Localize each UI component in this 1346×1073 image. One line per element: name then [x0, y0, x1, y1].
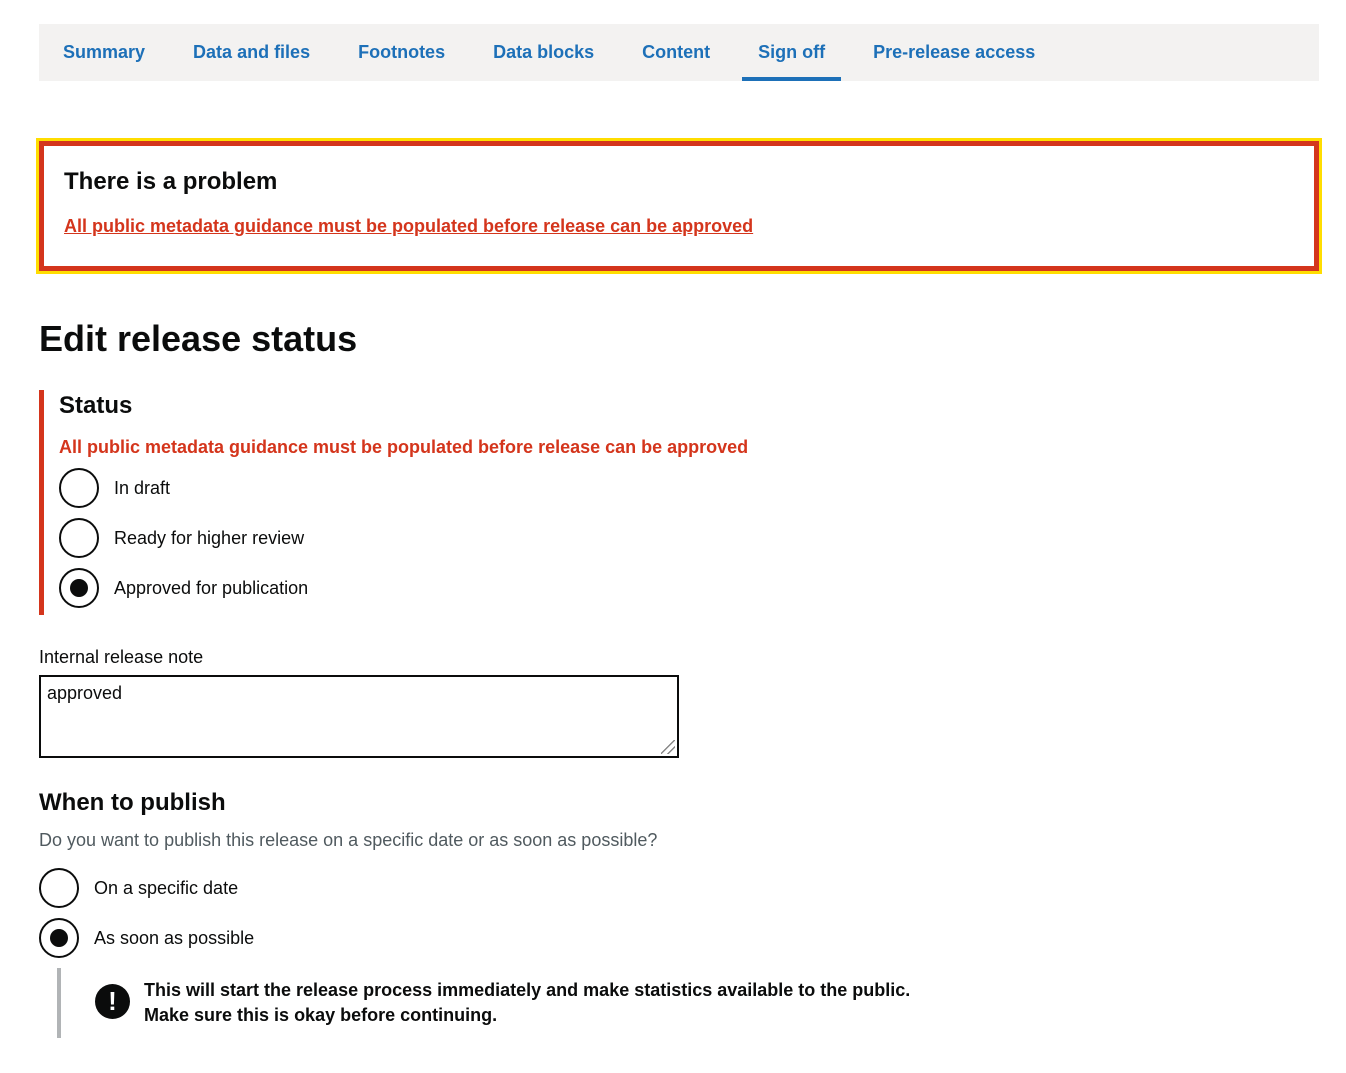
warning-line-1: This will start the release process imme…	[144, 980, 911, 1000]
when-to-publish-hint: Do you want to publish this release on a…	[39, 830, 658, 850]
release-note-textarea[interactable]: approved	[39, 675, 679, 758]
radio-higher-review[interactable]	[59, 518, 99, 558]
error-summary: There is a problem All public metadata g…	[36, 138, 1322, 274]
status-fieldset: Status All public metadata guidance must…	[39, 390, 939, 615]
release-note-label: Internal release note	[39, 647, 204, 667]
tab-summary[interactable]: Summary	[47, 24, 161, 81]
warning-text: This will start the release process imme…	[144, 978, 910, 1028]
when-to-publish-title: When to publish	[39, 789, 226, 816]
tab-data-blocks[interactable]: Data blocks	[477, 24, 610, 81]
error-summary-link[interactable]: All public metadata guidance must be pop…	[64, 216, 753, 236]
asap-warning: ! This will start the release process im…	[57, 968, 957, 1038]
error-summary-title: There is a problem	[64, 168, 278, 195]
status-radio-group: In draft Ready for higher review Approve…	[59, 468, 939, 608]
radio-label: As soon as possible	[94, 927, 255, 948]
status-option-higher-review[interactable]: Ready for higher review	[59, 518, 939, 558]
radio-label: Ready for higher review	[114, 527, 305, 548]
radio-label: In draft	[114, 477, 171, 498]
tab-sign-off[interactable]: Sign off	[742, 24, 842, 81]
warning-line-2: Make sure this is okay before continuing…	[144, 1005, 498, 1025]
radio-in-draft[interactable]	[59, 468, 99, 508]
page-title: Edit release status	[39, 318, 358, 359]
status-error-message: All public metadata guidance must be pop…	[59, 437, 749, 457]
section-tab-nav: Summary Data and files Footnotes Data bl…	[39, 24, 1319, 81]
tab-footnotes[interactable]: Footnotes	[342, 24, 461, 81]
release-note-value: approved	[47, 683, 123, 703]
publish-option-asap[interactable]: As soon as possible	[39, 918, 254, 958]
tab-data-and-files[interactable]: Data and files	[177, 24, 326, 81]
radio-asap[interactable]	[39, 918, 79, 958]
status-option-in-draft[interactable]: In draft	[59, 468, 939, 508]
tab-pre-release-access[interactable]: Pre-release access	[857, 24, 1051, 81]
status-option-approved[interactable]: Approved for publication	[59, 568, 939, 608]
publish-radio-group: On a specific date As soon as possible	[39, 868, 254, 958]
tab-content[interactable]: Content	[626, 24, 726, 81]
radio-approved[interactable]	[59, 568, 99, 608]
radio-specific-date[interactable]	[39, 868, 79, 908]
radio-label: Approved for publication	[114, 577, 309, 598]
publish-option-specific-date[interactable]: On a specific date	[39, 868, 254, 908]
exclamation-icon: !	[95, 984, 130, 1019]
radio-label: On a specific date	[94, 877, 239, 898]
status-legend: Status	[59, 392, 133, 419]
resize-grip-icon[interactable]	[661, 740, 675, 754]
